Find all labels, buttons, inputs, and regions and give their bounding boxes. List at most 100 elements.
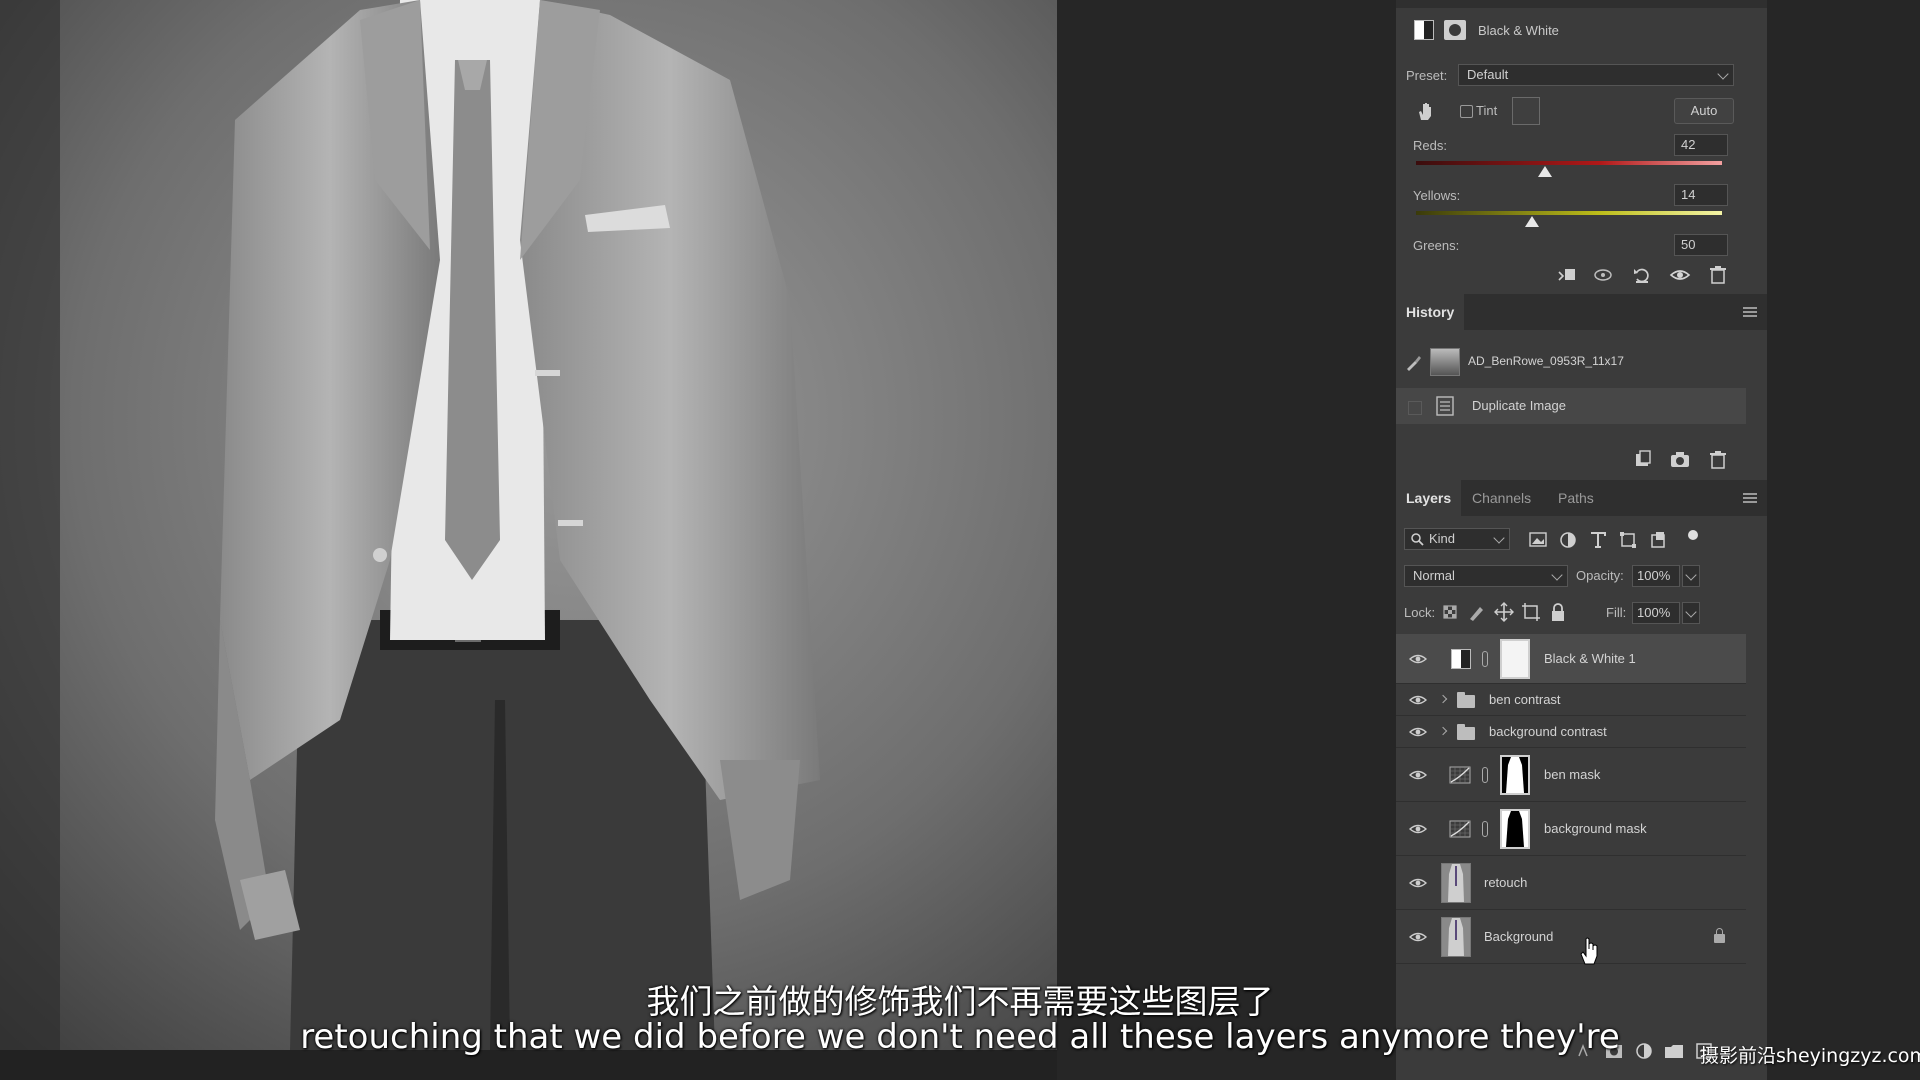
layer-row[interactable]: background mask (1396, 802, 1746, 856)
mask-silhouette-icon (1506, 811, 1524, 847)
layer-mask-thumbnail[interactable] (1500, 755, 1530, 795)
filter-shape-layers-icon[interactable] (1617, 529, 1639, 551)
greens-value-field[interactable]: 50 (1674, 234, 1728, 256)
greens-label: Greens: (1413, 238, 1460, 253)
view-previous-icon[interactable] (1593, 264, 1615, 286)
yellows-label: Yellows: (1413, 188, 1461, 203)
fill-slider-toggle[interactable] (1682, 602, 1700, 624)
reds-slider-track[interactable] (1416, 161, 1722, 165)
lock-artboard-icon[interactable] (1520, 601, 1542, 623)
visibility-eye-icon[interactable] (1409, 931, 1427, 943)
chain-link-icon[interactable] (1482, 767, 1488, 783)
chevron-down-icon (1685, 606, 1697, 618)
tab-layers[interactable]: Layers (1396, 480, 1462, 516)
filter-smart-object-icon[interactable] (1647, 529, 1669, 551)
camera-icon[interactable] (1669, 449, 1691, 471)
history-state-row[interactable]: Duplicate Image (1396, 388, 1746, 424)
tab-paths[interactable]: Paths (1548, 480, 1604, 516)
reds-slider-thumb[interactable] (1537, 166, 1552, 177)
chain-link-icon[interactable] (1482, 651, 1488, 667)
layer-name: ben contrast (1489, 692, 1561, 707)
trash-icon[interactable] (1707, 264, 1729, 286)
tint-checkbox[interactable] (1460, 105, 1473, 118)
yellows-slider-thumb[interactable] (1525, 216, 1540, 227)
expand-chevron-icon[interactable] (1438, 694, 1448, 704)
visibility-eye-icon[interactable] (1409, 694, 1427, 706)
history-source-checkbox[interactable] (1408, 401, 1422, 415)
chevron-down-icon (1717, 68, 1729, 80)
layer-filter-dropdown[interactable]: Kind (1404, 528, 1510, 550)
reds-value-field[interactable]: 42 (1674, 134, 1728, 156)
workspace-background (1057, 0, 1396, 1080)
layer-mask-thumbnail[interactable] (1500, 639, 1530, 679)
lock-position-icon[interactable] (1493, 601, 1515, 623)
filter-toggle-icon[interactable] (1688, 530, 1698, 540)
blend-mode-dropdown[interactable]: Normal (1404, 565, 1568, 587)
reds-label: Reds: (1413, 138, 1447, 153)
tint-color-swatch[interactable] (1512, 97, 1540, 125)
tab-channels[interactable]: Channels (1462, 480, 1541, 516)
layer-row[interactable]: ben mask (1396, 748, 1746, 802)
layer-name: ben mask (1544, 767, 1601, 782)
workspace-background (1767, 0, 1920, 1080)
hand-cursor-icon (1580, 937, 1598, 965)
visibility-eye-icon[interactable] (1409, 653, 1427, 665)
history-item-label: Duplicate Image (1472, 398, 1566, 413)
targeted-adjustment-hand-icon[interactable] (1414, 100, 1436, 122)
chain-link-icon[interactable] (1482, 821, 1488, 837)
yellows-value-field[interactable]: 14 (1674, 184, 1728, 206)
layer-row[interactable]: Black & White 1 (1396, 634, 1746, 684)
visibility-eye-icon[interactable] (1409, 726, 1427, 738)
preset-label: Preset: (1406, 68, 1448, 83)
layers-tab-bar: Layers Channels Paths (1396, 480, 1767, 516)
opacity-label: Opacity: (1576, 568, 1624, 583)
lock-icon (1714, 928, 1725, 943)
photo-black-and-white-man-in-suit (0, 0, 1057, 1050)
layer-mask-thumbnail[interactable] (1500, 809, 1530, 849)
lock-all-icon[interactable] (1547, 601, 1569, 623)
history-panel: AD_BenRowe_0953R_11x17 Duplicate Image (1396, 330, 1767, 480)
properties-title: Black & White (1478, 23, 1559, 38)
tint-label: Tint (1476, 103, 1498, 118)
history-snapshot-row[interactable]: AD_BenRowe_0953R_11x17 (1396, 344, 1746, 380)
filter-adjustment-layers-icon[interactable] (1557, 529, 1579, 551)
black-white-adjustment-icon (1451, 649, 1471, 669)
thumbnail-figure-icon (1442, 918, 1470, 956)
visibility-eye-icon[interactable] (1409, 823, 1427, 835)
auto-button[interactable]: Auto (1674, 98, 1734, 124)
panel-menu-icon[interactable] (1743, 493, 1757, 503)
layer-name: background contrast (1489, 724, 1607, 739)
history-brush-icon[interactable] (1404, 354, 1422, 372)
layer-thumbnail[interactable] (1441, 863, 1471, 903)
layer-mask-icon[interactable] (1444, 20, 1466, 40)
filter-kind-label: Kind (1429, 531, 1456, 546)
layer-row[interactable]: Background (1396, 910, 1746, 964)
reset-icon[interactable] (1631, 264, 1653, 286)
yellows-slider-track[interactable] (1416, 211, 1722, 215)
preset-value: Default (1467, 67, 1509, 82)
fill-label: Fill: (1606, 605, 1627, 620)
filter-type-layers-icon[interactable] (1587, 529, 1609, 551)
visibility-eye-icon[interactable] (1409, 769, 1427, 781)
preset-dropdown[interactable]: Default (1458, 64, 1734, 86)
layer-row[interactable]: ben contrast (1396, 684, 1746, 716)
visibility-eye-icon[interactable] (1669, 264, 1691, 286)
fill-value-field[interactable]: 100% (1632, 602, 1680, 624)
new-document-from-state-icon[interactable] (1632, 449, 1654, 471)
expand-chevron-icon[interactable] (1438, 726, 1448, 736)
trash-icon[interactable] (1707, 449, 1729, 471)
visibility-eye-icon[interactable] (1409, 877, 1427, 889)
lock-label: Lock: (1404, 605, 1436, 620)
layer-row[interactable]: background contrast (1396, 716, 1746, 748)
lock-image-pixels-icon[interactable] (1466, 601, 1488, 623)
layer-thumbnail[interactable] (1441, 917, 1471, 957)
filter-pixel-layers-icon[interactable] (1527, 529, 1549, 551)
tab-history[interactable]: History (1396, 294, 1465, 330)
clip-to-layer-icon[interactable] (1556, 264, 1578, 286)
document-canvas[interactable] (0, 0, 1057, 1050)
opacity-slider-toggle[interactable] (1682, 565, 1700, 587)
opacity-value-field[interactable]: 100% (1632, 565, 1680, 587)
panel-menu-icon[interactable] (1743, 307, 1757, 317)
layer-row[interactable]: retouch (1396, 856, 1746, 910)
lock-transparent-pixels-icon[interactable] (1439, 601, 1461, 623)
